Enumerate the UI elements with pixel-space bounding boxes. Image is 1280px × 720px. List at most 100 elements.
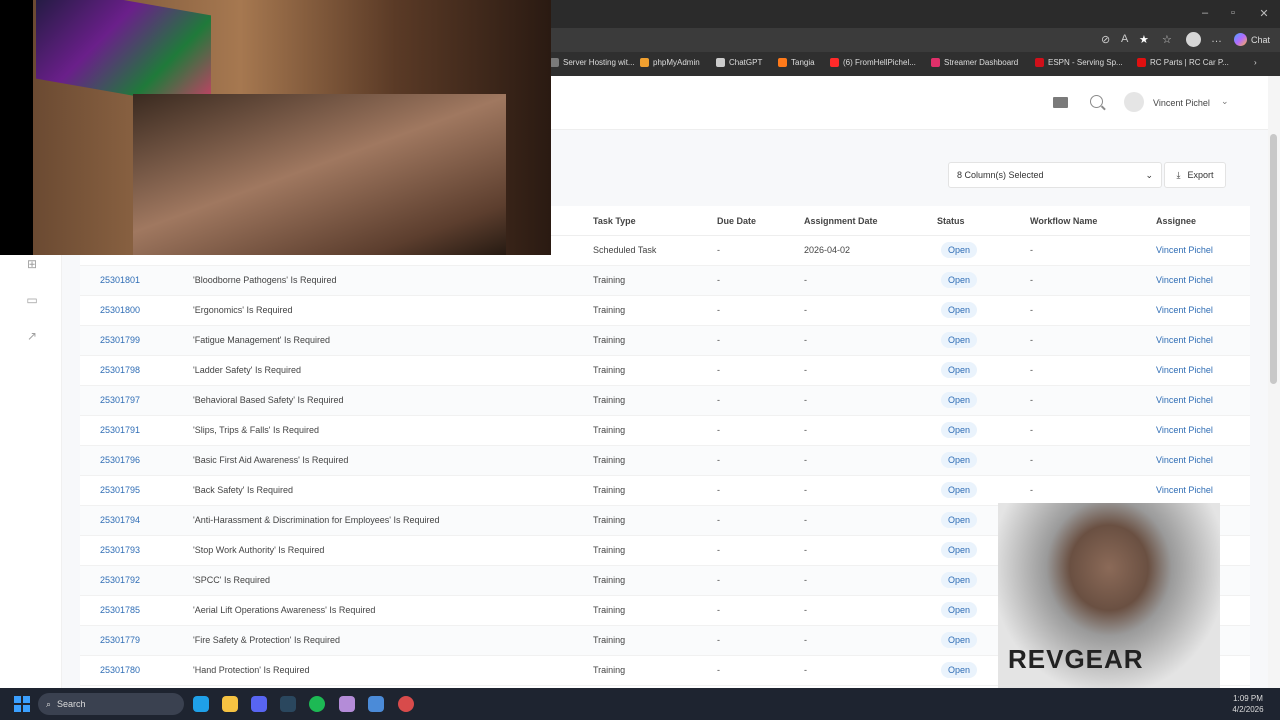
maximize-icon[interactable]: ▫ (1226, 7, 1240, 19)
status-badge: Open (941, 572, 978, 588)
task-id-link[interactable]: 25301795 (100, 485, 140, 495)
due-date: - (717, 365, 720, 375)
bookmarks-overflow-icon[interactable]: › (1254, 58, 1257, 67)
mail-icon[interactable] (1053, 97, 1068, 108)
edge-icon[interactable] (193, 696, 209, 712)
status-badge: Open (941, 662, 978, 678)
table-row[interactable]: 25301791 'Slips, Trips & Falls' Is Requir… (80, 416, 1250, 446)
table-row[interactable]: 25301795 'Back Safety' Is Required Trainin… (80, 476, 1250, 506)
app-icon[interactable] (339, 696, 355, 712)
profile-avatar[interactable] (1186, 32, 1201, 47)
obs-icon[interactable] (398, 696, 414, 712)
column-header-due-date[interactable]: Due Date (717, 216, 756, 226)
workflow-name: - (1030, 425, 1033, 435)
file-explorer-icon[interactable] (222, 696, 238, 712)
app-icon[interactable] (368, 696, 384, 712)
search-icon[interactable] (1090, 95, 1103, 108)
bookmark-item[interactable]: Tangia (778, 58, 815, 67)
table-row[interactable]: 25301800 'Ergonomics' Is Required Training… (80, 296, 1250, 326)
task-name: 'Ladder Safety' Is Required (193, 365, 301, 375)
task-id-link[interactable]: 25301801 (100, 275, 140, 285)
bookmark-item[interactable]: RC Parts | RC Car P... (1137, 58, 1229, 67)
bookmark-favicon-icon (830, 58, 839, 67)
column-header-workflow-name[interactable]: Workflow Name (1030, 216, 1097, 226)
table-row[interactable]: 25301798 'Ladder Safety' Is Required Train… (80, 356, 1250, 386)
table-row[interactable]: 25301799 'Fatigue Management' Is Required… (80, 326, 1250, 356)
task-id-link[interactable]: 25301779 (100, 635, 140, 645)
assignee-link[interactable]: Vincent Pichel (1156, 365, 1213, 375)
bookmark-item[interactable]: Server Hosting wit... (550, 58, 635, 67)
discord-icon[interactable] (251, 696, 267, 712)
task-id-link[interactable]: 25301785 (100, 605, 140, 615)
scroll-thumb[interactable] (1270, 134, 1277, 384)
bookmark-favicon-icon (716, 58, 725, 67)
status-badge: Open (941, 362, 978, 378)
assignee-link[interactable]: Vincent Pichel (1156, 275, 1213, 285)
due-date: - (717, 425, 720, 435)
column-header-status[interactable]: Status (937, 216, 965, 226)
user-avatar[interactable] (1124, 92, 1144, 112)
assignee-link[interactable]: Vincent Pichel (1156, 425, 1213, 435)
assignee-link[interactable]: Vincent Pichel (1156, 335, 1213, 345)
trending-icon[interactable]: ↗ (25, 329, 39, 343)
task-id-link[interactable]: 25301798 (100, 365, 140, 375)
more-options-icon[interactable]: … (1211, 33, 1222, 45)
clock-date: 4/2/2026 (1232, 705, 1264, 714)
bookmark-favicon-icon (550, 58, 559, 67)
task-id-link[interactable]: 25301799 (100, 335, 140, 345)
column-header-task-type[interactable]: Task Type (593, 216, 636, 226)
apps-grid-icon[interactable]: ⊞ (25, 257, 39, 271)
page-scrollbar[interactable] (1268, 76, 1280, 688)
task-id-link[interactable]: 25301780 (100, 665, 140, 675)
bookmark-item[interactable]: ESPN - Serving Sp... (1035, 58, 1123, 67)
bookmark-label: ESPN - Serving Sp... (1048, 58, 1123, 67)
task-id-link[interactable]: 25301794 (100, 515, 140, 525)
export-button[interactable]: ⤓ Export (1164, 162, 1226, 188)
favorites-icon[interactable]: ☆ (1162, 33, 1172, 46)
bookmark-item[interactable]: phpMyAdmin (640, 58, 700, 67)
assignee-link[interactable]: Vincent Pichel (1156, 485, 1213, 495)
table-row[interactable]: 25301796 'Basic First Aid Awareness' Is R… (80, 446, 1250, 476)
copilot-chat-button[interactable]: Chat (1234, 33, 1270, 46)
tracking-off-icon[interactable]: ⊘ (1101, 33, 1110, 46)
bookmark-item[interactable]: (6) FromHellPichel... (830, 58, 916, 67)
taskbar-search[interactable]: ⌕ Search (38, 693, 184, 715)
chevron-down-icon[interactable]: ⌄ (1221, 96, 1229, 107)
system-clock[interactable]: 1:09 PM 4/2/2026 (1224, 693, 1272, 715)
close-icon[interactable]: ✕ (1257, 7, 1271, 20)
bookmark-item[interactable]: ChatGPT (716, 58, 762, 67)
assignee-link[interactable]: Vincent Pichel (1156, 455, 1213, 465)
minimize-icon[interactable]: – (1198, 7, 1212, 19)
task-id-link[interactable]: 25301800 (100, 305, 140, 315)
task-id-link[interactable]: 25301791 (100, 425, 140, 435)
task-type: Training (593, 395, 626, 405)
column-selector[interactable]: 8 Column(s) Selected ⌄ (948, 162, 1162, 188)
assignee-link[interactable]: Vincent Pichel (1156, 395, 1213, 405)
read-aloud-icon[interactable]: A (1121, 33, 1128, 45)
chat-label: Chat (1251, 34, 1271, 45)
table-row[interactable]: 25301801 'Bloodborne Pathogens' Is Requir… (80, 266, 1250, 296)
user-name[interactable]: Vincent Pichel (1153, 98, 1210, 108)
windows-start-icon[interactable] (14, 696, 30, 712)
column-header-assignment-date[interactable]: Assignment Date (804, 216, 878, 226)
task-type: Training (593, 425, 626, 435)
task-id-link[interactable]: 25301797 (100, 395, 140, 405)
assignee-link[interactable]: Vincent Pichel (1156, 305, 1213, 315)
due-date: - (717, 275, 720, 285)
assignment-date: - (804, 665, 807, 675)
book-icon[interactable]: ▭ (25, 293, 39, 307)
assignment-date: - (804, 545, 807, 555)
task-name: 'Basic First Aid Awareness' Is Required (193, 455, 349, 465)
bookmark-item[interactable]: Streamer Dashboard (931, 58, 1018, 67)
steam-icon[interactable] (280, 696, 296, 712)
assignee-link[interactable]: Vincent Pichel (1156, 245, 1213, 255)
task-id-link[interactable]: 25301796 (100, 455, 140, 465)
favorite-star-icon[interactable]: ★ (1139, 33, 1149, 46)
task-name: 'Bloodborne Pathogens' Is Required (193, 275, 337, 285)
column-header-assignee[interactable]: Assignee (1156, 216, 1196, 226)
task-id-link[interactable]: 25301793 (100, 545, 140, 555)
task-id-link[interactable]: 25301792 (100, 575, 140, 585)
task-name: 'Stop Work Authority' Is Required (193, 545, 325, 555)
table-row[interactable]: 25301797 'Behavioral Based Safety' Is Req… (80, 386, 1250, 416)
spotify-icon[interactable] (309, 696, 325, 712)
